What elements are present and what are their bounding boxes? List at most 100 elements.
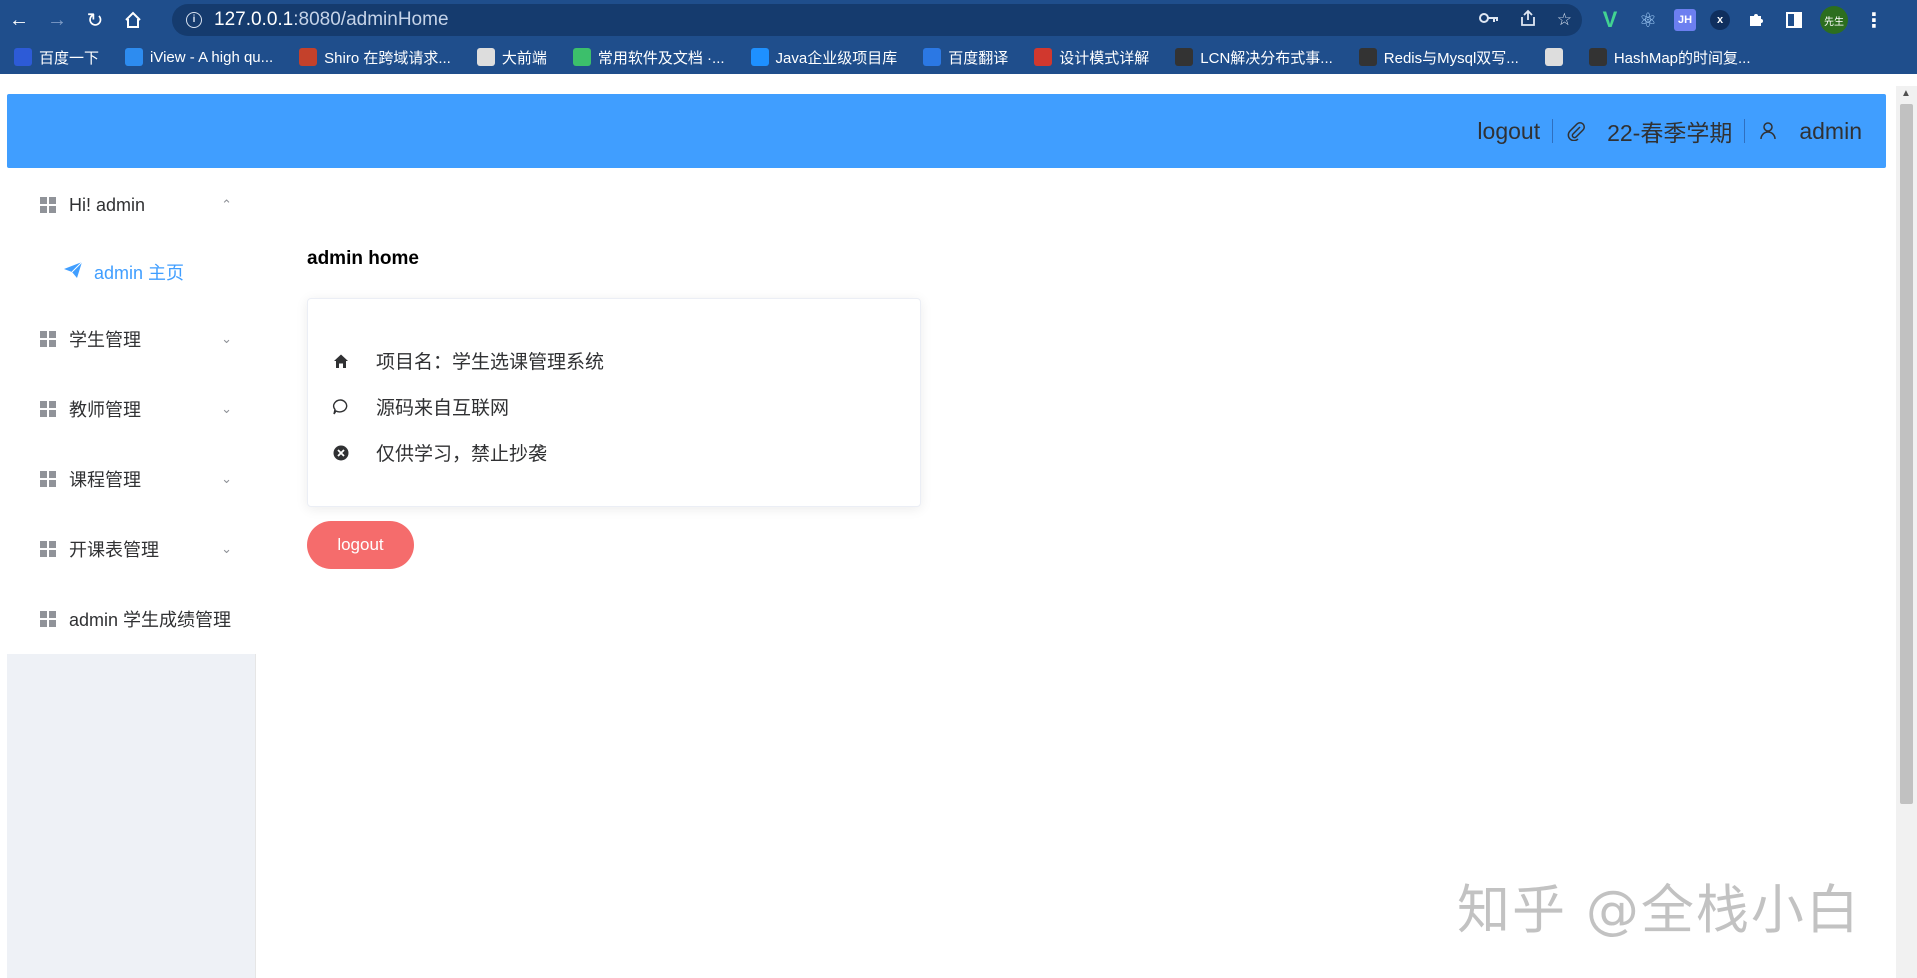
- bookmark-item[interactable]: 百度翻译: [923, 47, 1008, 68]
- chevron-down-icon: ⌄: [221, 331, 232, 346]
- sidebar-item-grade-management[interactable]: admin 学生成绩管理: [7, 591, 256, 647]
- bookmark-item[interactable]: 设计模式详解: [1034, 47, 1149, 68]
- grid-icon: [40, 611, 56, 627]
- chevron-down-icon: ⌄: [221, 541, 232, 556]
- grid-icon: [40, 331, 56, 347]
- baidu-icon: [14, 48, 32, 66]
- bookmark-item[interactable]: iView - A high qu...: [125, 48, 273, 66]
- address-bar[interactable]: i 127.0.0.1:8080/adminHome ☆: [172, 4, 1582, 36]
- bookmark-label: 百度翻译: [948, 49, 1009, 67]
- back-arrow-icon[interactable]: ←: [0, 0, 38, 40]
- iview-icon: [125, 48, 144, 66]
- bookmark-item[interactable]: 常用软件及文档 ·...: [572, 47, 725, 68]
- header-divider: [1744, 119, 1746, 143]
- logout-button[interactable]: logout: [307, 521, 414, 569]
- card-row-text: 源码来自互联网: [376, 398, 510, 419]
- page-title: admin home: [307, 248, 419, 269]
- grid-icon: [40, 197, 56, 213]
- url-host: 127.0.0.1: [214, 9, 294, 30]
- sidebar-subitem-admin-home[interactable]: admin 主页: [7, 244, 256, 300]
- header-divider: [1552, 119, 1554, 143]
- card-row-text: 仅供学习，禁止抄袭: [376, 444, 548, 465]
- jh-extension-icon[interactable]: JH: [1674, 9, 1696, 31]
- url-text[interactable]: 127.0.0.1:8080/adminHome: [214, 9, 449, 31]
- app-header: logout 22-春季学期 admin: [7, 94, 1886, 168]
- sidebar-menu: Hi! admin ⌃ admin 主页 学生管理 ⌄ 教师管理 ⌄ 课程管理 …: [7, 168, 256, 654]
- card-row-text: 项目名：学生选课管理系统: [376, 352, 605, 373]
- forward-arrow-icon[interactable]: →: [38, 0, 76, 40]
- bookmark-label: 设计模式详解: [1059, 49, 1150, 67]
- cnblogs-icon: [1588, 48, 1607, 66]
- bookmark-item[interactable]: LCN解决分布式事...: [1175, 47, 1333, 68]
- paperclip-icon: [1565, 120, 1587, 142]
- kebab-menu-icon[interactable]: ⋮: [1862, 8, 1886, 32]
- sidebar: Hi! admin ⌃ admin 主页 学生管理 ⌄ 教师管理 ⌄ 课程管理 …: [7, 168, 256, 978]
- sidebar-item-label: 课程管理: [69, 470, 141, 490]
- bookmark-label: Java企业级项目库: [775, 49, 898, 67]
- bookmark-item[interactable]: Java企业级项目库: [750, 47, 898, 68]
- java-icon: [750, 48, 769, 66]
- sidebar-item-student-management[interactable]: 学生管理 ⌄: [7, 311, 256, 367]
- globe-icon: [1544, 48, 1563, 66]
- sidebar-item-label: 教师管理: [69, 400, 141, 420]
- page-scrollbar[interactable]: ▲: [1896, 86, 1917, 978]
- username-label[interactable]: admin: [1799, 118, 1862, 145]
- sidebar-item-label: admin 学生成绩管理: [69, 610, 232, 630]
- reload-icon[interactable]: ↻: [76, 0, 114, 40]
- bookmark-item[interactable]: 大前端: [476, 47, 547, 68]
- extensions-puzzle-icon[interactable]: [1744, 8, 1768, 32]
- header-logout-link[interactable]: logout: [1477, 118, 1540, 145]
- sidebar-item-label: Hi! admin: [69, 194, 146, 215]
- bookmark-label: iView - A high qu...: [150, 48, 274, 66]
- translate-icon: [923, 48, 942, 66]
- chevron-down-icon: ⌄: [221, 401, 232, 416]
- sidebar-item-class-schedule-management[interactable]: 开课表管理 ⌄: [7, 521, 256, 577]
- cnblogs-icon: [1358, 48, 1377, 66]
- bookmark-label: 百度一下: [39, 49, 100, 67]
- share-icon[interactable]: [1519, 9, 1537, 32]
- scroll-up-arrow-icon[interactable]: ▲: [1901, 88, 1911, 99]
- bookmark-item[interactable]: Shiro 在跨域请求...: [299, 47, 451, 68]
- card-row-notice: 仅供学习，禁止抄袭: [332, 439, 547, 466]
- react-devtools-icon[interactable]: ⚛: [1636, 8, 1660, 32]
- bookmark-item[interactable]: [1544, 48, 1563, 66]
- profile-avatar[interactable]: 先生: [1820, 6, 1848, 34]
- home-icon[interactable]: [114, 0, 152, 40]
- term-label: 22-春季学期: [1607, 120, 1733, 146]
- user-icon: [1757, 120, 1779, 142]
- card-row-project-name: 项目名：学生选课管理系统: [332, 347, 604, 374]
- sidebar-item-hi-admin[interactable]: Hi! admin ⌃: [7, 177, 256, 233]
- side-panel-icon[interactable]: [1782, 8, 1806, 32]
- bookmark-item[interactable]: 百度一下: [14, 47, 99, 68]
- chevron-up-icon: ⌃: [221, 197, 232, 212]
- main-content: admin home 项目名：学生选课管理系统 源码来自互联网 仅供学习，禁止抄…: [257, 168, 1897, 978]
- bookmark-label: LCN解决分布式事...: [1200, 49, 1333, 67]
- bookmark-item[interactable]: Redis与Mysql双写...: [1358, 47, 1519, 68]
- site-info-icon[interactable]: i: [186, 12, 202, 28]
- bookmarks-bar: 百度一下 iView - A high qu... Shiro 在跨域请求... 大前…: [0, 40, 1917, 74]
- close-circle-icon: [332, 444, 350, 462]
- c-icon: [1034, 48, 1053, 66]
- x-extension-icon[interactable]: x: [1710, 10, 1730, 30]
- paper-plane-icon: [63, 261, 83, 284]
- sidebar-item-label: 开课表管理: [69, 540, 159, 560]
- bookmark-label: HashMap的时间复...: [1613, 49, 1751, 67]
- leaf-icon: [572, 48, 591, 66]
- sidebar-item-teacher-management[interactable]: 教师管理 ⌄: [7, 381, 256, 437]
- key-icon[interactable]: [1478, 10, 1499, 30]
- cnblogs-icon: [1175, 48, 1194, 66]
- bookmark-label: 常用软件及文档 ·...: [597, 49, 725, 67]
- browser-toolbar: ← → ↻ i 127.0.0.1:8080/adminHome ☆ V ⚛ J…: [0, 0, 1917, 40]
- star-icon[interactable]: ☆: [1557, 10, 1572, 30]
- sidebar-item-course-management[interactable]: 课程管理 ⌄: [7, 451, 256, 507]
- bookmark-label: 大前端: [501, 49, 547, 67]
- chat-bubble-icon: [332, 398, 350, 416]
- vue-devtools-icon[interactable]: V: [1598, 7, 1622, 32]
- scrollbar-thumb[interactable]: [1900, 104, 1913, 804]
- sidebar-item-label: 学生管理: [69, 330, 141, 350]
- home-icon: [332, 352, 350, 370]
- sidebar-subitem-label: admin 主页: [94, 263, 185, 283]
- grid-icon: [40, 401, 56, 417]
- bookmark-item[interactable]: HashMap的时间复...: [1588, 47, 1751, 68]
- bookmark-label: Redis与Mysql双写...: [1383, 49, 1519, 67]
